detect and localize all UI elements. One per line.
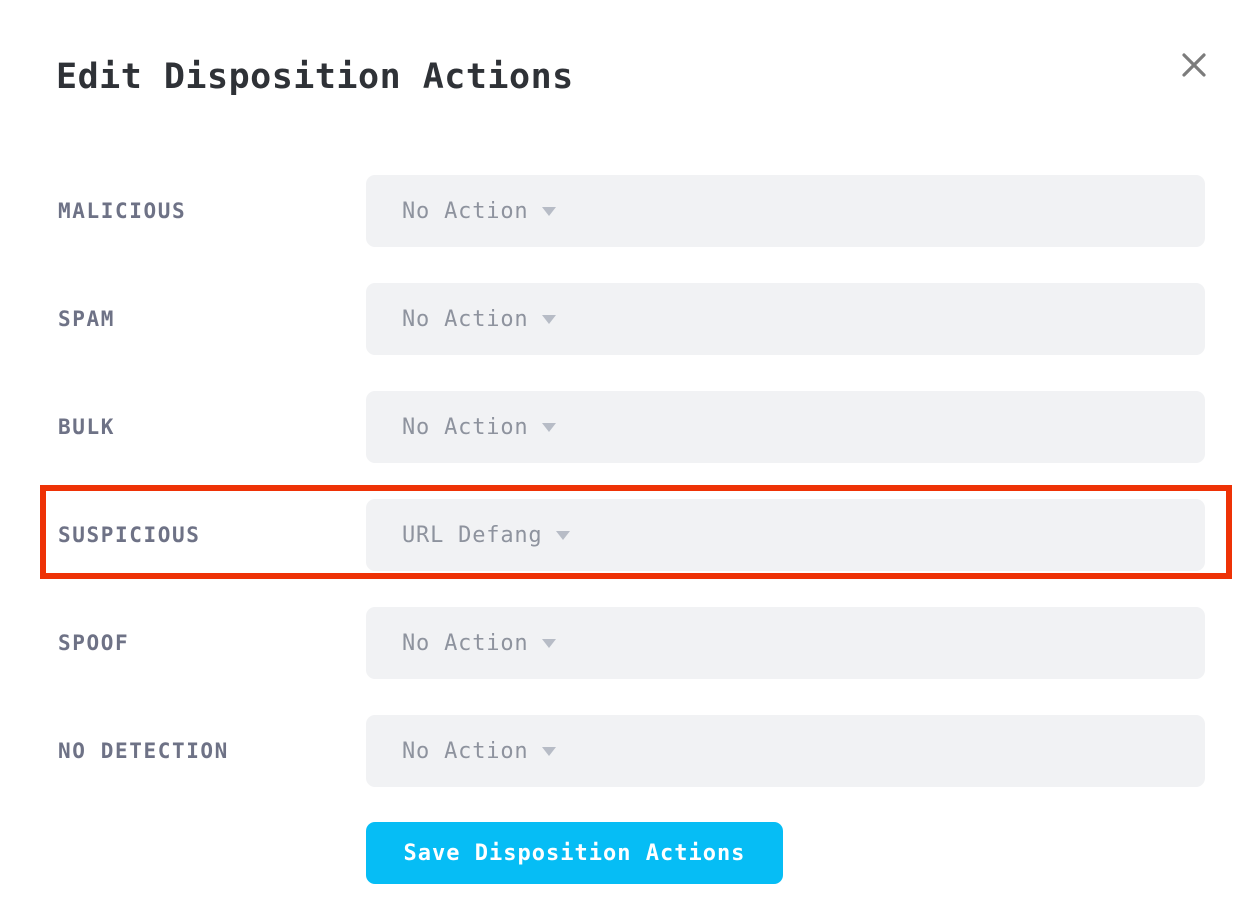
action-dropdown-spam[interactable]: No Action [366,283,1205,355]
chevron-down-icon [542,746,557,756]
disposition-row-spoof: SPOOF No Action [0,607,1259,679]
page-title: Edit Disposition Actions [56,57,574,97]
chevron-down-icon [542,206,557,216]
disposition-label-no-detection: NO DETECTION [58,739,229,763]
disposition-row-malicious: MALICIOUS No Action [0,175,1259,247]
action-dropdown-malicious[interactable]: No Action [366,175,1205,247]
chevron-down-icon [556,530,571,540]
dialog-header: Edit Disposition Actions [0,0,1259,150]
disposition-rows: MALICIOUS No Action SPAM No Action BULK … [0,175,1259,823]
action-dropdown-suspicious[interactable]: URL Defang [366,499,1205,571]
disposition-label-spam: SPAM [58,307,115,331]
disposition-label-bulk: BULK [58,415,115,439]
action-dropdown-no-detection[interactable]: No Action [366,715,1205,787]
action-dropdown-value-spam: No Action [402,306,529,332]
action-dropdown-value-no-detection: No Action [402,738,529,764]
disposition-label-malicious: MALICIOUS [58,199,187,223]
action-dropdown-value-bulk: No Action [402,414,529,440]
disposition-row-spam: SPAM No Action [0,283,1259,355]
disposition-label-suspicious: SUSPICIOUS [58,523,201,547]
edit-disposition-actions-dialog: Edit Disposition Actions MALICIOUS No Ac… [0,0,1259,915]
disposition-label-spoof: SPOOF [58,631,130,655]
disposition-row-suspicious: SUSPICIOUS URL Defang [0,499,1259,571]
action-dropdown-value-spoof: No Action [402,630,529,656]
action-dropdown-bulk[interactable]: No Action [366,391,1205,463]
close-button[interactable] [1173,44,1215,86]
action-dropdown-value-malicious: No Action [402,198,529,224]
disposition-row-bulk: BULK No Action [0,391,1259,463]
chevron-down-icon [542,422,557,432]
action-dropdown-value-suspicious: URL Defang [402,522,543,548]
close-icon [1179,50,1209,80]
chevron-down-icon [542,314,557,324]
disposition-row-no-detection: NO DETECTION No Action [0,715,1259,787]
chevron-down-icon [542,638,557,648]
save-disposition-actions-button[interactable]: Save Disposition Actions [366,822,783,884]
action-dropdown-spoof[interactable]: No Action [366,607,1205,679]
